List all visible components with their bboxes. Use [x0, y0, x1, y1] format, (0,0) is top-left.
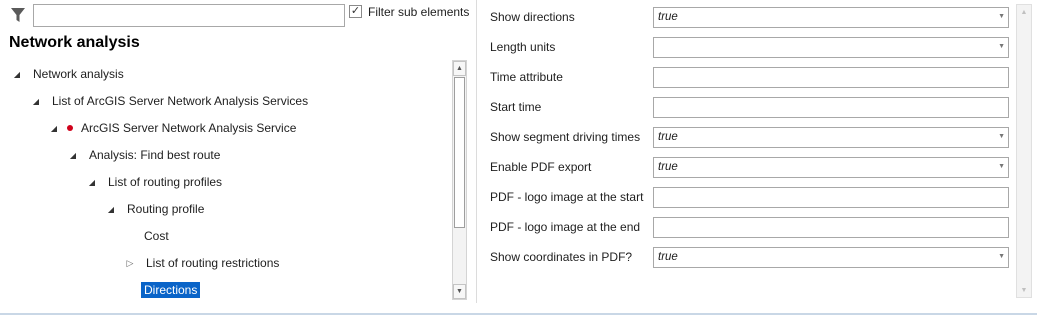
collapse-arrow-icon[interactable]: ◢ — [12, 70, 22, 79]
property-label-time-attribute: Time attribute — [490, 70, 563, 84]
show-segment-driving-times-dropdown[interactable]: true ▼ — [653, 127, 1009, 148]
tree-node-label: List of ArcGIS Server Network Analysis S… — [52, 94, 309, 108]
tree-node-label: Cost — [144, 229, 169, 243]
filter-sub-elements-label: Filter sub elements — [368, 5, 470, 19]
property-value: true — [658, 131, 678, 143]
collapse-arrow-icon[interactable]: ◢ — [68, 151, 78, 160]
pdf-logo-start-field[interactable] — [653, 187, 1009, 208]
show-coordinates-in-pdf-dropdown[interactable]: true ▼ — [653, 247, 1009, 268]
property-row-pdf-logo-start: PDF - logo image at the start — [490, 187, 1010, 211]
tree-scrollbar[interactable]: ▲ ▼ — [452, 60, 467, 300]
tree-node-find-best-route[interactable]: ◢ Analysis: Find best route — [68, 145, 223, 165]
window-frame: ✓ Filter sub elements Network analysis ◢… — [0, 0, 1037, 315]
tree-node-label: Analysis: Find best route — [89, 148, 221, 162]
tree-node-label: List of routing restrictions — [146, 256, 280, 270]
tree-node-network-analysis[interactable]: ◢ Network analysis — [12, 64, 127, 84]
pane-title: Network analysis — [9, 34, 140, 51]
chevron-down-icon[interactable]: ▼ — [998, 13, 1005, 20]
expand-arrow-icon[interactable]: ▷ — [125, 258, 135, 269]
collapse-arrow-icon[interactable]: ◢ — [106, 205, 116, 214]
length-units-dropdown[interactable]: ▼ — [653, 37, 1009, 58]
property-label-show-coordinates-in-pdf: Show coordinates in PDF? — [490, 250, 633, 264]
properties-scrollbar[interactable]: ▲ ▼ — [1016, 4, 1032, 298]
tree-node-directions[interactable]: Directions — [141, 280, 201, 300]
chevron-down-icon[interactable]: ▼ — [998, 163, 1005, 170]
property-label-start-time: Start time — [490, 100, 542, 114]
tree-node-label: Directions — [141, 282, 201, 298]
property-value: true — [658, 251, 678, 263]
properties-scroll-down-button[interactable]: ▼ — [1017, 283, 1031, 297]
property-value: true — [658, 11, 678, 23]
property-label-pdf-logo-start: PDF - logo image at the start — [490, 190, 644, 204]
tree-pane: ✓ Filter sub elements Network analysis ◢… — [0, 0, 476, 303]
filter-icon[interactable] — [9, 6, 27, 24]
scroll-up-button[interactable]: ▲ — [453, 61, 466, 76]
property-row-enable-pdf-export: Enable PDF export true ▼ — [490, 157, 1010, 181]
filter-input[interactable] — [33, 4, 345, 27]
tree-node-arcgis-service[interactable]: ◢ ArcGIS Server Network Analysis Service — [49, 118, 299, 138]
property-row-time-attribute: Time attribute — [490, 67, 1010, 91]
modified-dot-icon — [67, 125, 73, 131]
tree-view: ◢ Network analysis ◢ List of ArcGIS Server … — [0, 62, 452, 302]
collapse-arrow-icon[interactable]: ◢ — [31, 97, 41, 106]
tree-node-label: List of routing profiles — [108, 175, 223, 189]
tree-node-list-of-arcgis-services[interactable]: ◢ List of ArcGIS Server Network Analysis … — [31, 91, 311, 111]
tree-node-list-of-routing-restrictions[interactable]: ▷ List of routing restrictions — [125, 253, 282, 273]
property-row-length-units: Length units ▼ — [490, 37, 1010, 61]
tree-node-label: ArcGIS Server Network Analysis Service — [81, 121, 297, 135]
properties-pane: Show directions true ▼ Length units ▼ Time at… — [476, 0, 1037, 303]
tree-node-routing-profile[interactable]: ◢ Routing profile — [106, 199, 207, 219]
property-label-show-directions: Show directions — [490, 10, 575, 24]
filter-sub-elements-checkbox[interactable]: ✓ — [349, 5, 362, 18]
property-label-pdf-logo-end: PDF - logo image at the end — [490, 220, 641, 234]
show-directions-dropdown[interactable]: true ▼ — [653, 7, 1009, 28]
property-row-show-directions: Show directions true ▼ — [490, 7, 1010, 31]
scroll-thumb[interactable] — [454, 77, 465, 228]
property-row-show-coordinates-in-pdf: Show coordinates in PDF? true ▼ — [490, 247, 1010, 271]
chevron-down-icon[interactable]: ▼ — [998, 133, 1005, 140]
chevron-down-icon[interactable]: ▼ — [998, 43, 1005, 50]
property-row-show-segment-driving-times: Show segment driving times true ▼ — [490, 127, 1010, 151]
enable-pdf-export-dropdown[interactable]: true ▼ — [653, 157, 1009, 178]
chevron-down-icon[interactable]: ▼ — [998, 253, 1005, 260]
property-row-pdf-logo-end: PDF - logo image at the end — [490, 217, 1010, 241]
property-label-show-segment-driving-times: Show segment driving times — [490, 130, 641, 144]
start-time-field[interactable] — [653, 97, 1009, 118]
scroll-down-button[interactable]: ▼ — [453, 284, 466, 299]
collapse-arrow-icon[interactable]: ◢ — [87, 178, 97, 187]
property-label-length-units: Length units — [490, 40, 556, 54]
property-value: true — [658, 161, 678, 173]
tree-node-label: Network analysis — [33, 67, 124, 81]
property-row-start-time: Start time — [490, 97, 1010, 121]
tree-node-cost[interactable]: Cost — [141, 226, 172, 246]
tree-node-label: Routing profile — [127, 202, 205, 216]
time-attribute-field[interactable] — [653, 67, 1009, 88]
pdf-logo-end-field[interactable] — [653, 217, 1009, 238]
property-label-enable-pdf-export: Enable PDF export — [490, 160, 592, 174]
properties-scroll-up-button[interactable]: ▲ — [1017, 5, 1031, 19]
tree-node-list-of-routing-profiles[interactable]: ◢ List of routing profiles — [87, 172, 225, 192]
collapse-arrow-icon[interactable]: ◢ — [49, 124, 59, 133]
